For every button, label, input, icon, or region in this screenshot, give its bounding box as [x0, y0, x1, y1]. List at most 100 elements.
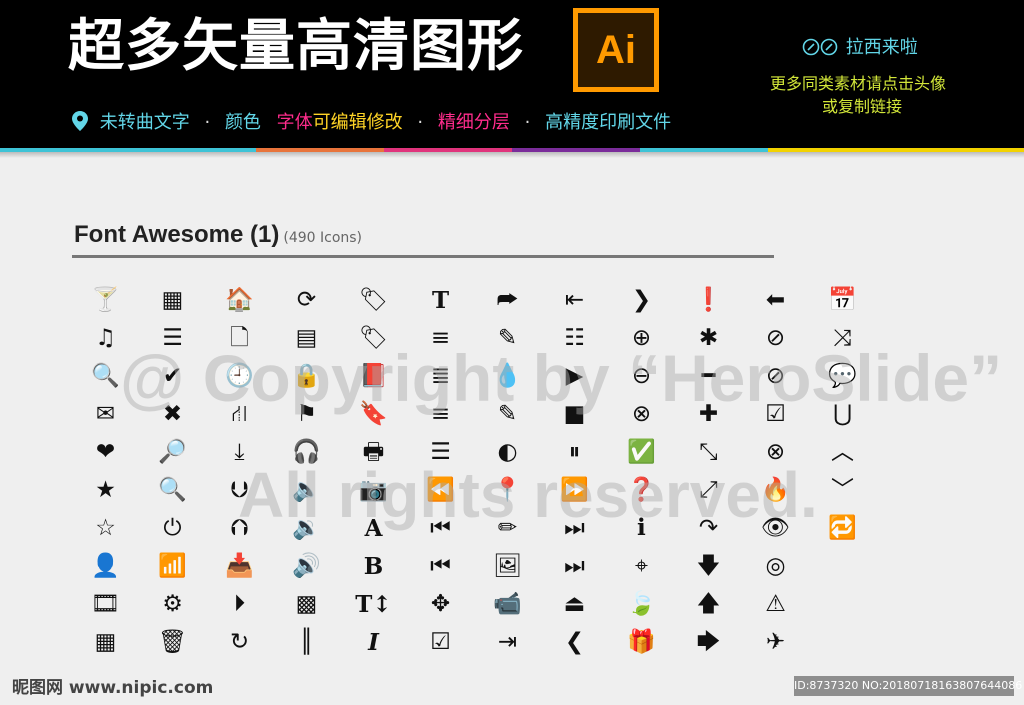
backward-icon: ⏪: [426, 476, 455, 503]
icon-cell: 🔍: [139, 471, 206, 509]
icon-cell: 📷: [340, 471, 407, 509]
repeat-icon: ↻: [229, 628, 250, 655]
icon-cell: ≡: [407, 395, 474, 433]
volume-off-icon: 🔈: [292, 476, 321, 503]
icon-cell: ♫: [72, 319, 139, 357]
ban-2-icon: ⊘: [765, 362, 786, 389]
icon-cell: ◐: [474, 433, 541, 471]
trash-icon: 🗑: [157, 628, 188, 655]
pencil-icon: ✏: [497, 514, 518, 541]
tagline-part-6: 高精度印刷文件: [545, 112, 672, 133]
bookmark-icon: 🔖: [359, 400, 388, 427]
align-center-icon: ≣: [430, 362, 451, 389]
icon-cell: ☷: [541, 319, 608, 357]
icon-cell: 🎞: [72, 585, 139, 623]
clock-icon: 🕘: [225, 362, 254, 389]
icon-cell: ▦: [72, 623, 139, 661]
text-width-icon: T↕: [355, 590, 392, 618]
icon-cell: ☑: [407, 623, 474, 661]
home-icon: 🏠: [225, 286, 254, 313]
section-heading: Font Awesome (1) (490 Icons): [74, 218, 362, 255]
promo-title[interactable]: 拉西来啦: [802, 36, 918, 60]
icon-count: (490 Icons): [283, 230, 363, 246]
pencil-square-icon: ✎: [497, 400, 518, 427]
icon-cell: 📅: [809, 281, 876, 319]
tagline-part-2: 颜色: [224, 112, 261, 133]
crosshairs-icon: ⌖: [635, 552, 648, 579]
fast-forward-icon: ⏭: [564, 514, 585, 541]
search-icon: 🔍: [91, 362, 120, 389]
bold-icon: B: [363, 552, 384, 580]
icon-cell: ❓: [608, 471, 675, 509]
icon-cell: ⌖: [608, 547, 675, 585]
tagline-separator: ·: [204, 112, 211, 133]
icon-cell: 🔈: [273, 471, 340, 509]
icon-cell: ❯: [608, 281, 675, 319]
promo-line-2: 或复制链接: [822, 97, 903, 116]
icon-cell: T↕: [340, 585, 407, 623]
heading-divider: [72, 255, 774, 258]
check-square-icon: ☑: [430, 628, 451, 655]
icon-cell: ⊗: [742, 433, 809, 471]
promo-title-text: 拉西来啦: [845, 37, 918, 58]
icon-cell: 🎧: [273, 433, 340, 471]
icon-cell: ◎: [742, 547, 809, 585]
check-circle-o-icon: ☑: [765, 400, 786, 427]
tagline-separator: ·: [417, 112, 424, 133]
icon-cell: ❗: [675, 281, 742, 319]
icon-cell: 🖶: [340, 433, 407, 471]
ban-icon: ⊘: [765, 324, 786, 351]
icon-cell: A: [340, 509, 407, 547]
outdent-icon: ⇤: [564, 286, 585, 313]
book-icon: 📕: [359, 362, 388, 389]
lock-icon: 🔒: [292, 362, 321, 389]
align-justify-icon: ☰: [430, 438, 451, 465]
icon-cell: ⇥: [474, 623, 541, 661]
icon-cell: 📹: [474, 585, 541, 623]
share-square-icon: ⮫: [496, 286, 519, 313]
icon-cell: ✏: [474, 509, 541, 547]
icon-cell: ⚑: [273, 395, 340, 433]
icon-cell: 🔎: [139, 433, 206, 471]
tag-icon: 🏷: [358, 286, 389, 313]
icon-cell: ⊕: [608, 319, 675, 357]
check-icon: ✔: [162, 362, 183, 389]
icon-cell: 🔍: [72, 357, 139, 395]
icon-cell: 🏷: [340, 281, 407, 319]
eject-icon: ⏏: [563, 590, 586, 617]
icon-cell: ★: [72, 471, 139, 509]
icon-cell: ⤨: [809, 319, 876, 357]
icon-cell: ⏭: [541, 509, 608, 547]
pause-icon: ⏸: [568, 438, 581, 465]
icon-cell: ⏩: [541, 471, 608, 509]
plus-circle-icon: ⊕: [631, 324, 652, 351]
icon-cell: ━: [675, 357, 742, 395]
qrcode-icon: ▩: [295, 590, 318, 617]
icon-cell: 💧: [474, 357, 541, 395]
icon-cell: ⚙: [139, 585, 206, 623]
align-left-icon: ≡: [430, 324, 451, 351]
promo-line-1: 更多同类素材请点击头像: [770, 74, 947, 93]
plus-icon: ✚: [698, 400, 719, 427]
font-icon: A: [364, 514, 383, 542]
signal-icon: 📶: [158, 552, 187, 579]
icon-cell: ❮: [541, 623, 608, 661]
calendar-icon: 📅: [828, 286, 857, 313]
icon-cell: 📶: [139, 547, 206, 585]
asterisk-icon: ✱: [698, 324, 719, 351]
icon-cell: [809, 585, 876, 623]
user-icon: 👤: [91, 552, 120, 579]
map-pin-icon: [72, 111, 88, 139]
icon-cell: ✎: [474, 395, 541, 433]
check-circle-icon: ✅: [627, 438, 656, 465]
icon-cell: ⏪: [407, 471, 474, 509]
icon-cell: ✉: [72, 395, 139, 433]
chevron-right-icon: ❯: [631, 286, 652, 313]
icon-cell: ⛙: [206, 395, 273, 433]
arrow-circle-up-icon: ⮉: [230, 514, 249, 541]
icon-cell: 🍃: [608, 585, 675, 623]
icon-cell: ⏸: [541, 433, 608, 471]
list-alt-icon: ▤: [295, 324, 318, 351]
illustrator-logo: Ai: [573, 8, 659, 92]
icon-cell: ⮉: [206, 509, 273, 547]
